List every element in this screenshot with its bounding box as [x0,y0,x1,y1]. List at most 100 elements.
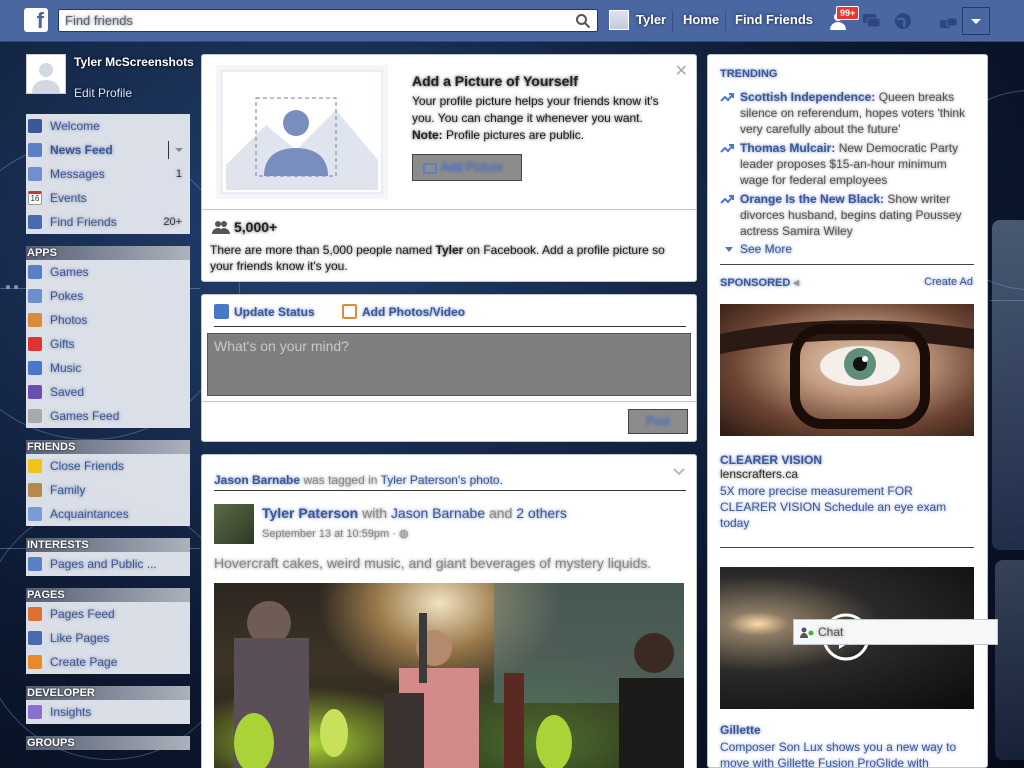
close-icon[interactable]: ✕ [675,61,688,81]
interests-nav: Pages and Public ... [26,552,190,576]
sidebar-item-pages-feed[interactable]: Pages Feed [26,602,190,626]
search-box[interactable] [58,9,598,32]
facebook-logo-icon[interactable]: f [24,8,48,32]
sidebar-item-insights[interactable]: Insights [26,700,190,724]
tab-update-status[interactable]: Update Status [214,304,315,319]
section-header-interests[interactable]: INTERESTS [26,538,190,552]
ad-image-glasses[interactable] [720,304,974,436]
section-header-groups[interactable]: GROUPS [26,736,190,750]
section-header-friends[interactable]: FRIENDS [26,440,190,454]
section-header-pages[interactable]: PAGES [26,588,190,602]
nav-find-friends-link[interactable]: Find Friends [735,12,813,27]
ad2-text[interactable]: Composer Son Lux shows you a new way to … [720,739,970,767]
chevron-down-icon[interactable] [672,467,686,477]
story-actor-link[interactable]: Jason Barnabe [214,473,300,487]
nav-home-link[interactable]: Home [683,12,719,27]
sidebar-item-family[interactable]: Family [26,478,190,502]
sidebar-item-label: Messages [50,167,105,181]
names-pre-text: There are more than 5,000 people named [210,243,433,257]
sidebar-item-games-feed[interactable]: Games Feed [26,404,190,428]
sidebar-item-label: Gifts [50,337,75,351]
author-name-link[interactable]: Tyler Paterson [262,505,358,521]
sidebar-item-messages[interactable]: Messages 1 [26,162,190,186]
nav-separator [672,10,673,32]
sidebar-item-news-feed[interactable]: News Feed [26,138,190,162]
tagged-friend-link[interactable]: Jason Barnabe [391,505,485,521]
trending-item[interactable]: Thomas Mulcair: New Democratic Party lea… [720,140,970,188]
author-avatar[interactable] [214,504,254,544]
nav-user-name[interactable]: Tyler [636,12,666,27]
sidebar-item-close-friends[interactable]: Close Friends [26,454,190,478]
facebook-icon [28,119,42,133]
tab-add-photos[interactable]: Add Photos/Video [342,304,465,319]
sidebar-item-create-page[interactable]: Create Page [26,650,190,674]
status-input[interactable] [207,333,691,396]
edit-profile-link[interactable]: Edit Profile [74,86,132,100]
name-count-description: There are more than 5,000 people named T… [210,242,680,274]
sidebar-item-gifts[interactable]: Gifts [26,332,190,356]
sidebar-item-find-friends[interactable]: Find Friends 20+ [26,210,190,234]
ad1-text[interactable]: 5X more precise measurement FOR CLEARER … [720,483,970,531]
ad2-title[interactable]: Gillette [720,723,761,737]
divider [202,401,696,402]
friends-nav: Close Friends Family Acquaintances [26,454,190,526]
search-icon[interactable] [575,13,591,29]
left-sidebar: Tyler McScreenshots Edit Profile Welcome… [26,54,194,750]
trending-header: TRENDING [720,68,778,80]
account-dropdown-button[interactable] [962,7,990,35]
see-more-link[interactable]: See More [720,242,792,256]
sidebar-item-photos[interactable]: Photos [26,308,190,332]
others-link[interactable]: 2 others [516,505,567,521]
trending-topic[interactable]: Thomas Mulcair: [740,141,835,155]
messages-icon[interactable] [860,10,882,32]
sidebar-item-welcome[interactable]: Welcome [26,114,190,138]
story-timestamp[interactable]: September 13 at 10:59pm · ◍ [262,527,409,540]
divider [720,547,974,548]
section-header-apps[interactable]: APPS [26,246,190,260]
story-photo[interactable] [214,583,684,768]
friends-icon [28,215,42,229]
trending-topic[interactable]: Orange Is the New Black: [740,192,884,206]
chevron-down-icon [725,247,733,252]
sidebar-item-label: Find Friends [50,215,117,229]
and-text: and [489,505,513,521]
profile-name-link[interactable]: Tyler McScreenshots [74,55,194,70]
chat-bar[interactable]: Chat [793,619,998,645]
trending-topic[interactable]: Scottish Independence: [740,90,875,104]
sidebar-item-acquaintances[interactable]: Acquaintances [26,502,190,526]
sidebar-item-label: Insights [50,705,92,719]
search-input[interactable] [59,10,559,31]
chevron-down-icon[interactable] [174,146,184,154]
sidebar-item-pokes[interactable]: Pokes [26,284,190,308]
chat-status-icon [800,627,814,638]
profile-avatar[interactable] [26,54,66,94]
add-picture-button[interactable]: Add Picture [412,154,522,181]
globe-icon[interactable] [892,10,914,32]
sidebar-item-events[interactable]: 16 Events [26,186,190,210]
sidebar-item-label: Events [50,191,87,205]
sidebar-item-pages-public[interactable]: Pages and Public ... [26,552,190,576]
post-button[interactable]: Post [628,409,688,434]
sidebar-item-count: 1 [175,168,182,180]
sidebar-item-label: Create Page [50,655,118,669]
nav-user-link[interactable] [609,10,629,30]
nav-avatar[interactable] [609,10,629,30]
section-header-developer[interactable]: DEVELOPER [26,686,190,700]
sidebar-item-games[interactable]: Games [26,260,190,284]
trending-item[interactable]: Scottish Independence: Queen breaks sile… [720,89,970,137]
trending-item[interactable]: Orange Is the New Black: Show writer div… [720,191,970,239]
add-picture-title: Add a Picture of Yourself [412,73,578,89]
story-object-link[interactable]: Tyler Paterson's photo. [381,473,503,487]
sidebar-item-like-pages[interactable]: Like Pages [26,626,190,650]
sidebar-item-music[interactable]: Music [26,356,190,380]
sidebar-item-saved[interactable]: Saved [26,380,190,404]
privacy-shortcuts-icon[interactable] [937,10,959,32]
pages-nav: Pages Feed Like Pages Create Page [26,602,190,674]
camera-icon [423,163,437,174]
sidebar-item-label: Like Pages [50,631,110,645]
add-picture-description: Your profile picture helps your friends … [412,93,672,144]
rss-icon [28,557,42,571]
ad1-title[interactable]: CLEARER VISION [720,453,822,467]
story-caption: Hovercraft cakes, weird music, and giant… [214,555,652,571]
create-ad-link[interactable]: Create Ad [924,276,973,288]
